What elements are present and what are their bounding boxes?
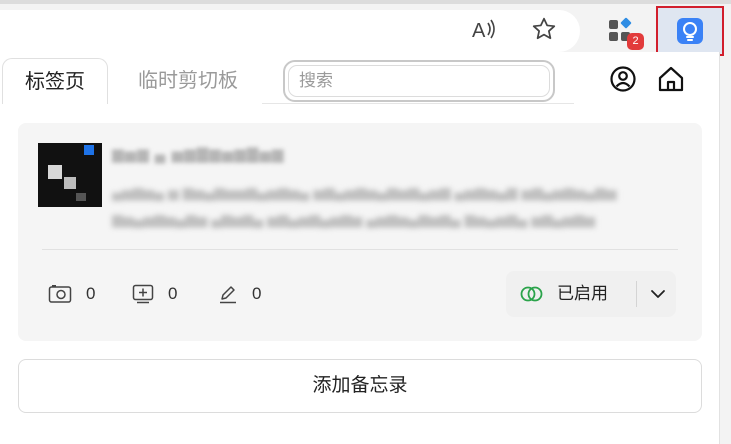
memo-extension-button[interactable] bbox=[656, 6, 724, 56]
enabled-status[interactable]: 已启用 bbox=[506, 271, 676, 317]
memo-title-redacted: ▆▅▆ ▄ ▅▆▇▆▅▆▇▅▆ bbox=[112, 146, 285, 163]
tab-tabs[interactable]: 标签页 bbox=[2, 58, 108, 104]
image-count-value: 0 bbox=[86, 284, 96, 303]
status-separator bbox=[636, 281, 637, 307]
extensions-button[interactable]: 2 bbox=[606, 16, 644, 50]
edit-count-value: 0 bbox=[252, 284, 262, 303]
chevron-down-icon[interactable] bbox=[646, 283, 670, 305]
account-icon[interactable] bbox=[608, 64, 638, 94]
star-icon[interactable] bbox=[530, 15, 558, 43]
memo-body-redacted: ▄▅▆▅▄ ▅ ▆▅▄▆▅▅▆▄▅▆▅▄ ▅▆▄▅▆▅▄▆▅▆▄▅▆ ▄▅▆▅▄… bbox=[112, 184, 617, 227]
card-divider bbox=[42, 249, 678, 250]
tabs-underline bbox=[262, 103, 574, 104]
svg-text:A: A bbox=[472, 20, 486, 40]
image-count: 0 bbox=[48, 281, 95, 307]
search-box bbox=[283, 60, 555, 102]
site-favicon bbox=[38, 143, 102, 207]
extensions-badge: 2 bbox=[627, 33, 644, 50]
memo-card[interactable]: ▆▅▆ ▄ ▅▆▇▆▅▆▇▅▆ ▄▅▆▅▄ ▅ ▆▅▄▆▅▅▆▄▅▆▅▄ ▅▆▄… bbox=[18, 123, 702, 341]
addition-count: 0 bbox=[132, 281, 177, 307]
lightbulb-icon bbox=[677, 18, 703, 44]
edit-count: 0 bbox=[218, 281, 261, 307]
toggle-on-icon bbox=[520, 286, 543, 302]
status-label: 已启用 bbox=[557, 284, 608, 303]
camera-icon bbox=[48, 285, 72, 303]
add-box-icon bbox=[132, 284, 154, 304]
search-input[interactable] bbox=[288, 65, 550, 97]
toolbar-top-border bbox=[0, 0, 731, 4]
add-memo-button[interactable]: 添加备忘录 bbox=[18, 359, 702, 413]
addition-count-value: 0 bbox=[168, 284, 178, 303]
read-aloud-icon[interactable]: A bbox=[470, 15, 498, 43]
popup-tabs: 标签页 临时剪切板 bbox=[0, 52, 720, 104]
pen-icon bbox=[220, 286, 236, 304]
memo-popup: 标签页 临时剪切板 ▆▅▆ ▄ ▅▆▇▆▅▆▇▅▆ bbox=[0, 52, 720, 444]
tab-temp-clipboard[interactable]: 临时剪切板 bbox=[118, 58, 258, 104]
home-icon[interactable] bbox=[656, 64, 686, 94]
